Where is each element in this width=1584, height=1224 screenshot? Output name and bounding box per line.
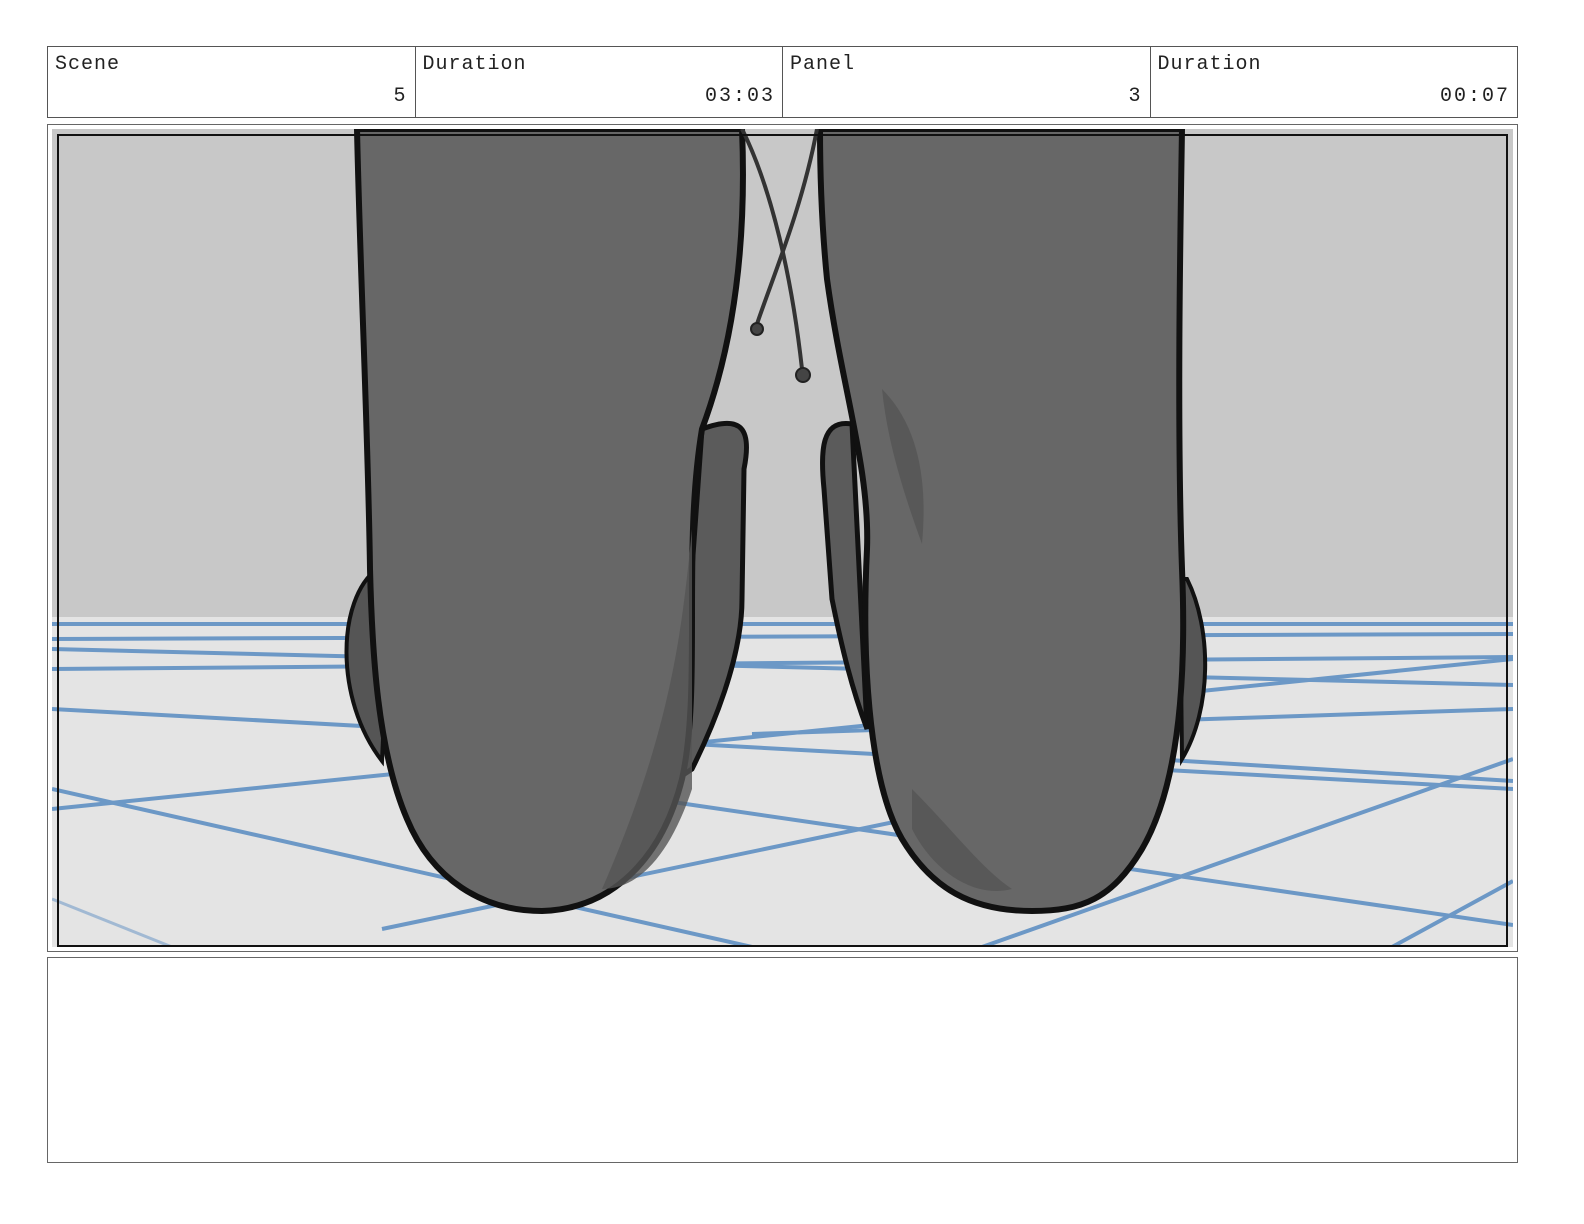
scene-value[interactable]: 5: [393, 85, 407, 108]
scene-cell: Scene 5: [48, 47, 416, 117]
scene-duration-label: Duration: [422, 53, 527, 76]
panel-value[interactable]: 3: [1128, 85, 1142, 108]
panel-info-header: Scene 5 Duration 03:03 Panel 3 Duration …: [47, 46, 1518, 118]
scene-duration-cell: Duration 03:03: [416, 47, 783, 117]
wall-background: [52, 129, 1513, 621]
panel-cell: Panel 3: [783, 47, 1151, 117]
panel-notes-box[interactable]: [47, 957, 1518, 1163]
panel-label: Panel: [790, 53, 856, 76]
panel-duration-value[interactable]: 00:07: [1440, 85, 1510, 108]
panel-duration-cell: Duration 00:07: [1151, 47, 1518, 117]
lace-tip-left: [750, 322, 764, 336]
left-foot: [344, 129, 750, 915]
scene-label: Scene: [55, 53, 121, 76]
scene-duration-value[interactable]: 03:03: [705, 85, 775, 108]
storyboard-panel-frame[interactable]: [47, 124, 1518, 952]
storyboard-sketch: [52, 129, 1513, 947]
lace-tip-right: [795, 367, 811, 383]
panel-duration-label: Duration: [1157, 53, 1262, 76]
